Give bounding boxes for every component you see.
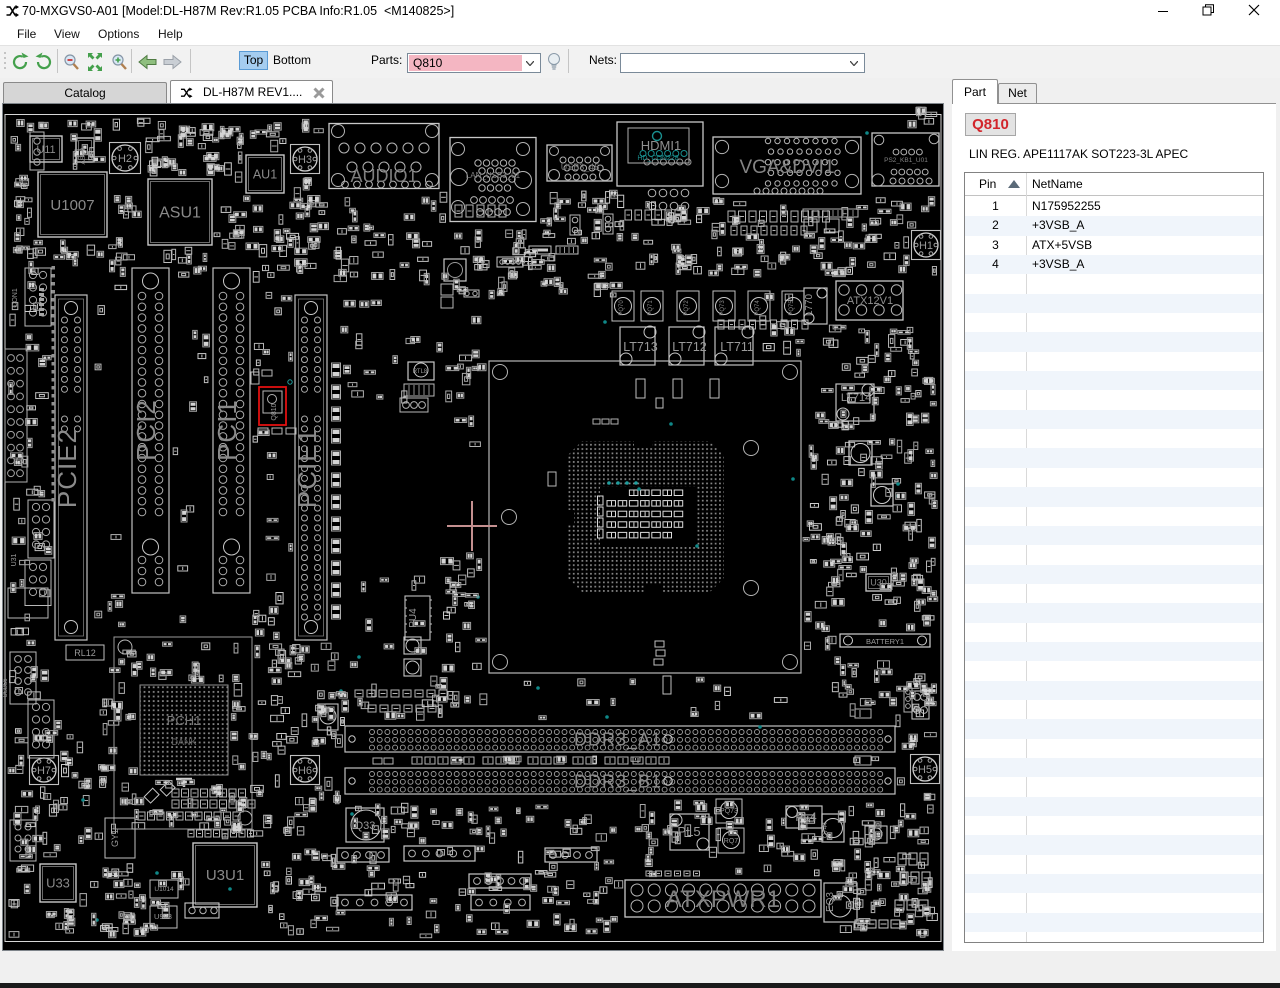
svg-text:EQ3: EQ3 — [825, 892, 836, 912]
svg-text:LAN_USB3_01: LAN_USB3_01 — [466, 171, 521, 180]
svg-text:ASU1: ASU1 — [159, 205, 201, 222]
svg-text:U30: U30 — [870, 578, 887, 588]
svg-text:PCIE1: PCIE1 — [292, 428, 322, 508]
svg-text:PS2_KB1_U01: PS2_KB1_U01 — [884, 157, 928, 164]
svg-text:ASU2: ASU2 — [80, 147, 87, 164]
svg-text:RTL8: RTL8 — [413, 369, 428, 375]
svg-text:PCI1: PCI1 — [212, 399, 242, 461]
svg-text:PQ74: PQ74 — [755, 300, 761, 316]
svg-text:AU1: AU1 — [253, 167, 277, 181]
svg-text:DANK: DANK — [171, 737, 196, 747]
svg-text:CON1: CON1 — [12, 288, 19, 308]
svg-text:USB3_45: USB3_45 — [561, 162, 600, 172]
svg-text:PU4: PU4 — [408, 608, 419, 628]
svg-text:LT712: LT712 — [672, 340, 707, 354]
svg-text:PQ71: PQ71 — [648, 300, 654, 316]
svg-text:BATTERY1: BATTERY1 — [866, 637, 904, 646]
svg-text:LT711: LT711 — [720, 340, 754, 354]
svg-text:U1007: U1007 — [50, 197, 94, 214]
svg-text:RQ7: RQ7 — [724, 838, 739, 845]
svg-text:PQ73: PQ73 — [720, 808, 738, 815]
svg-text:H7: H7 — [37, 765, 51, 777]
svg-text:PL5: PL5 — [677, 824, 700, 839]
svg-text:AUDIO1: AUDIO1 — [350, 166, 417, 186]
svg-text:U993: U993 — [154, 912, 172, 921]
svg-text:PQ75: PQ75 — [789, 300, 795, 316]
svg-text:LT714: LT714 — [841, 392, 871, 404]
svg-text:U1014: U1014 — [154, 886, 174, 893]
svg-text:HD_CON228: HD_CON228 — [637, 155, 678, 162]
svg-text:H6: H6 — [298, 765, 312, 777]
svg-text:PCI2: PCI2 — [131, 399, 161, 461]
svg-text:PQ73: PQ73 — [720, 300, 726, 316]
svg-text:VGA&DVI1: VGA&DVI1 — [739, 157, 834, 178]
svg-text:DDR3_B1: DDR3_B1 — [574, 772, 662, 793]
svg-text:LT713: LT713 — [623, 340, 658, 354]
svg-text:H5: H5 — [918, 764, 932, 776]
svg-text:PL4: PL4 — [795, 810, 817, 824]
svg-text:H2: H2 — [118, 153, 132, 165]
svg-text:U33: U33 — [46, 876, 70, 891]
svg-text:ATXPWR1: ATXPWR1 — [666, 886, 780, 913]
svg-text:H1: H1 — [919, 240, 933, 252]
svg-text:Q810: Q810 — [271, 403, 278, 420]
svg-text:PQ72: PQ72 — [684, 300, 690, 316]
svg-text:L770: L770 — [804, 293, 815, 316]
svg-text:Q744: Q744 — [822, 822, 829, 838]
svg-text:U3U1: U3U1 — [206, 867, 244, 884]
svg-text:GY1: GY1 — [110, 829, 120, 847]
svg-text:U31: U31 — [11, 553, 18, 566]
svg-text:DDR3_A1: DDR3_A1 — [574, 730, 662, 751]
svg-text:RL12: RL12 — [74, 648, 96, 658]
svg-text:PCH1: PCH1 — [167, 713, 202, 728]
svg-text:USB56: USB56 — [3, 678, 9, 698]
svg-text:PCIE2: PCIE2 — [52, 428, 82, 508]
svg-text:RU7: RU7 — [869, 832, 883, 839]
svg-text:HDMI1: HDMI1 — [641, 138, 681, 153]
svg-text:H3: H3 — [298, 154, 312, 166]
svg-text:Q33: Q33 — [355, 820, 376, 832]
svg-text:ATX12V1: ATX12V1 — [847, 295, 893, 307]
svg-text:U11: U11 — [36, 144, 55, 156]
svg-text:PQ70: PQ70 — [619, 300, 625, 316]
